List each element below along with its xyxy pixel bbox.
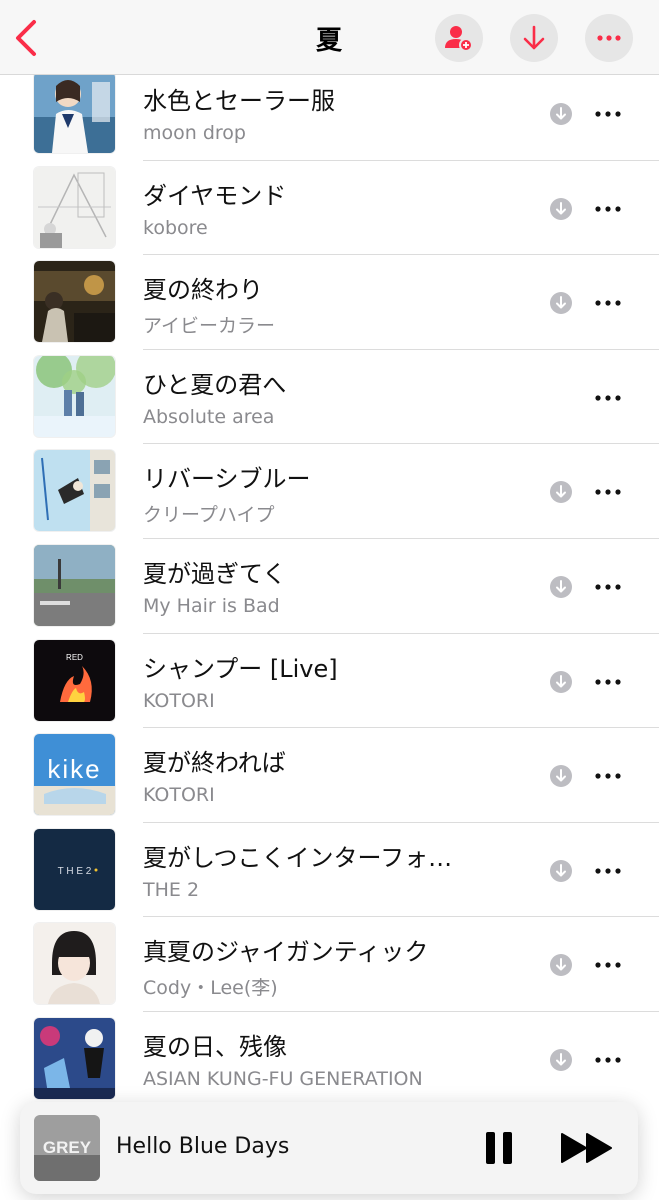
song-row[interactable]: ダイヤモンド kobore bbox=[0, 161, 659, 256]
song-row[interactable]: 夏の終わり アイビーカラー bbox=[0, 255, 659, 350]
now-playing-artwork: GREY bbox=[34, 1115, 100, 1181]
more-icon[interactable] bbox=[592, 482, 624, 502]
download-icon[interactable] bbox=[550, 481, 572, 504]
song-artist: My Hair is Bad bbox=[143, 594, 280, 617]
song-title: 真夏のジャイガンティック bbox=[143, 938, 429, 967]
more-icon[interactable] bbox=[592, 199, 624, 219]
song-artist: ASIAN KUNG-FU GENERATION bbox=[143, 1067, 423, 1090]
song-artist: moon drop bbox=[143, 122, 246, 144]
now-playing-title: Hello Blue Days bbox=[116, 1134, 290, 1159]
more-icon[interactable] bbox=[592, 104, 624, 124]
artwork-text: kike bbox=[47, 754, 101, 784]
download-icon[interactable] bbox=[550, 670, 572, 693]
song-artist: Cody・Lee(李) bbox=[143, 977, 278, 1000]
song-row[interactable]: kike 夏が終われば KOTORI bbox=[0, 728, 659, 823]
song-row[interactable]: ひと夏の君へ Absolute area bbox=[0, 350, 659, 445]
mini-player[interactable]: GREY Hello Blue Days bbox=[20, 1102, 638, 1194]
artwork-text: T H E 2 bbox=[58, 866, 92, 877]
song-artist: kobore bbox=[143, 216, 208, 239]
person-add-icon bbox=[445, 26, 473, 52]
more-icon[interactable] bbox=[592, 577, 624, 597]
song-artist: THE 2 bbox=[143, 878, 200, 901]
album-artwork: kike bbox=[34, 734, 115, 816]
more-icon[interactable] bbox=[592, 1050, 624, 1070]
download-icon[interactable] bbox=[550, 575, 572, 598]
album-artwork bbox=[34, 355, 115, 437]
nav-header: 夏 bbox=[0, 0, 659, 75]
more-icon[interactable] bbox=[592, 955, 624, 975]
album-artwork bbox=[34, 450, 115, 532]
download-icon[interactable] bbox=[550, 765, 572, 788]
download-icon[interactable] bbox=[550, 197, 572, 220]
more-icon[interactable] bbox=[592, 672, 624, 692]
more-options-button[interactable] bbox=[585, 14, 633, 62]
artwork-text: RED bbox=[66, 653, 83, 662]
song-artist: KOTORI bbox=[143, 689, 215, 712]
song-title: 夏の日、残像 bbox=[143, 1032, 287, 1061]
page-title: 夏 bbox=[315, 26, 343, 56]
ellipsis-icon bbox=[597, 35, 621, 41]
download-icon[interactable] bbox=[550, 1048, 572, 1071]
album-artwork bbox=[34, 72, 115, 153]
song-row[interactable]: 水色とセーラー服 moon drop bbox=[0, 66, 659, 161]
song-list: 水色とセーラー服 moon drop ダイヤモンド kobore 夏の終わり ア… bbox=[0, 66, 659, 1107]
more-icon[interactable] bbox=[592, 766, 624, 786]
download-icon[interactable] bbox=[550, 103, 572, 125]
song-title: シャンプー [Live] bbox=[143, 654, 338, 683]
artwork-text: GREY bbox=[43, 1138, 92, 1157]
song-title: 夏が終われば bbox=[143, 749, 286, 778]
arrow-down-icon bbox=[523, 25, 545, 50]
pause-icon[interactable] bbox=[482, 1130, 516, 1166]
album-artwork: RED bbox=[34, 639, 115, 721]
song-row[interactable]: RED シャンプー [Live] KOTORI bbox=[0, 634, 659, 729]
album-artwork bbox=[34, 261, 115, 343]
song-title: 夏が過ぎてく bbox=[143, 559, 287, 588]
song-artist: KOTORI bbox=[143, 784, 215, 807]
album-artwork bbox=[34, 1017, 115, 1099]
song-artist: アイビーカラー bbox=[143, 315, 276, 338]
fast-forward-icon[interactable] bbox=[560, 1130, 614, 1166]
download-icon[interactable] bbox=[550, 292, 572, 315]
album-artwork bbox=[34, 166, 115, 248]
album-artwork bbox=[34, 544, 115, 626]
song-row[interactable]: 真夏のジャイガンティック Cody・Lee(李) bbox=[0, 917, 659, 1012]
song-title: 夏がしつこくインターフォ… bbox=[143, 843, 453, 872]
download-icon[interactable] bbox=[550, 859, 572, 882]
more-icon[interactable] bbox=[592, 861, 624, 881]
add-friend-button[interactable] bbox=[435, 14, 483, 62]
song-row[interactable]: リバーシブルー クリープハイプ bbox=[0, 444, 659, 539]
song-title: 水色とセーラー服 bbox=[143, 87, 335, 115]
more-icon[interactable] bbox=[592, 293, 624, 313]
song-title: リバーシブルー bbox=[143, 465, 311, 494]
song-row[interactable]: 夏の日、残像 ASIAN KUNG-FU GENERATION bbox=[0, 1012, 659, 1107]
song-artist: Absolute area bbox=[143, 405, 275, 428]
song-title: ひと夏の君へ bbox=[143, 370, 287, 399]
download-icon[interactable] bbox=[550, 954, 572, 977]
song-row[interactable]: 夏が過ぎてく My Hair is Bad bbox=[0, 539, 659, 634]
more-icon[interactable] bbox=[592, 388, 624, 408]
song-row[interactable]: T H E 2 夏がしつこくインターフォ… THE 2 bbox=[0, 823, 659, 918]
album-artwork: T H E 2 bbox=[34, 828, 115, 910]
download-all-button[interactable] bbox=[510, 14, 558, 62]
song-artist: クリープハイプ bbox=[143, 504, 275, 527]
song-title: ダイヤモンド bbox=[143, 181, 287, 210]
album-artwork bbox=[34, 923, 115, 1005]
song-title: 夏の終わり bbox=[143, 276, 263, 305]
